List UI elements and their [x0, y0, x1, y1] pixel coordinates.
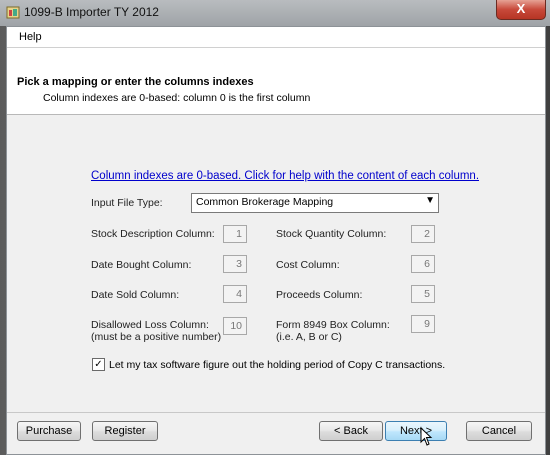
header-subtitle: Column indexes are 0-based: column 0 is …	[43, 92, 311, 104]
back-button[interactable]: < Back	[319, 421, 383, 441]
wizard-header: Pick a mapping or enter the columns inde…	[7, 48, 545, 115]
wizard-window: Help Pick a mapping or enter the columns…	[6, 26, 546, 455]
dropdown-arrow-icon: ▼	[425, 195, 435, 206]
footer-divider	[7, 412, 545, 413]
proceeds-label: Proceeds Column:	[276, 289, 363, 301]
input-file-type-label: Input File Type:	[91, 197, 163, 209]
disallowed-loss-label: Disallowed Loss Column:	[91, 319, 209, 331]
header-title: Pick a mapping or enter the columns inde…	[17, 76, 254, 88]
form-8949-box-field[interactable]: 9	[411, 315, 435, 333]
title-bar: 1099-B Importer TY 2012 X	[0, 0, 550, 26]
stock-quantity-field[interactable]: 2	[411, 225, 435, 243]
form-8949-box-label: Form 8949 Box Column:	[276, 319, 390, 331]
date-bought-label: Date Bought Column:	[91, 259, 192, 271]
next-button[interactable]: Next >	[385, 421, 447, 441]
register-button[interactable]: Register	[92, 421, 158, 441]
stock-description-field[interactable]: 1	[223, 225, 247, 243]
purchase-button[interactable]: Purchase	[17, 421, 81, 441]
date-bought-field[interactable]: 3	[223, 255, 247, 273]
close-button[interactable]: X	[496, 0, 546, 20]
date-sold-field[interactable]: 4	[223, 285, 247, 303]
copy-c-checkbox[interactable]: ✓	[92, 358, 105, 371]
column-help-link[interactable]: Column indexes are 0-based. Click for he…	[91, 170, 479, 182]
date-sold-label: Date Sold Column:	[91, 289, 180, 301]
menu-help[interactable]: Help	[19, 31, 42, 43]
cancel-button[interactable]: Cancel	[466, 421, 532, 441]
disallowed-loss-field[interactable]: 10	[223, 317, 247, 335]
proceeds-field[interactable]: 5	[411, 285, 435, 303]
form-8949-box-hint: (i.e. A, B or C)	[276, 331, 342, 343]
app-icon	[6, 6, 20, 19]
cost-field[interactable]: 6	[411, 255, 435, 273]
stock-quantity-label: Stock Quantity Column:	[276, 228, 387, 240]
window-title: 1099-B Importer TY 2012	[24, 5, 159, 19]
cost-label: Cost Column:	[276, 259, 340, 271]
input-file-type-value: Common Brokerage Mapping	[196, 196, 334, 208]
copy-c-label: Let my tax software figure out the holdi…	[109, 359, 446, 371]
disallowed-loss-hint: (must be a positive number)	[91, 331, 222, 343]
input-file-type-select[interactable]: Common Brokerage Mapping ▼	[191, 193, 439, 213]
menu-bar: Help	[7, 27, 545, 48]
mouse-cursor-icon	[420, 427, 433, 446]
stock-description-label: Stock Description Column:	[91, 228, 215, 240]
